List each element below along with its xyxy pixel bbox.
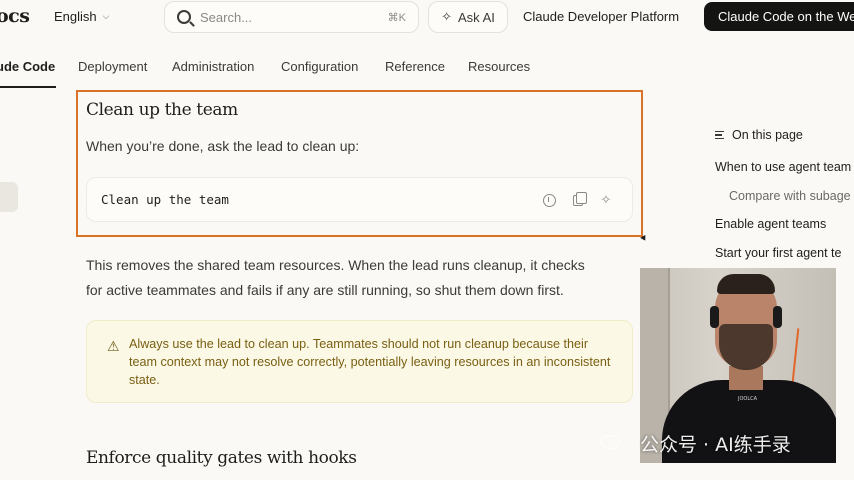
- toc-heading-label: On this page: [732, 128, 803, 142]
- active-tab-indicator: [0, 86, 56, 88]
- search-placeholder: Search...: [200, 9, 253, 25]
- info-icon[interactable]: [541, 192, 557, 208]
- cleanup-intro: When you’re done, ask the lead to clean …: [86, 138, 360, 154]
- toc-item[interactable]: When to use agent team: [715, 160, 851, 174]
- tab-configuration[interactable]: Configuration: [281, 59, 358, 74]
- sparkle-icon[interactable]: ✧: [598, 192, 614, 208]
- tab-deployment[interactable]: Deployment: [78, 59, 147, 74]
- warning-callout: ⚠ Always use the lead to clean up. Teamm…: [86, 320, 633, 403]
- docs-logo[interactable]: ocs: [0, 5, 30, 27]
- list-icon: [715, 130, 724, 140]
- language-label: English: [54, 9, 97, 24]
- tab-claude-code[interactable]: ude Code: [0, 59, 55, 74]
- toc-item[interactable]: Enable agent teams: [715, 217, 826, 231]
- search-shortcut: ⌘K: [387, 11, 406, 24]
- tab-reference[interactable]: Reference: [385, 59, 445, 74]
- mouse-cursor-icon: [640, 234, 648, 243]
- chevron-down-icon: ⌵: [102, 11, 110, 21]
- code-block: Clean up the team ✧: [86, 177, 633, 222]
- warning-icon: ⚠: [107, 338, 120, 354]
- tab-resources[interactable]: Resources: [468, 59, 530, 74]
- sparkle-icon: ✧: [441, 9, 453, 24]
- toc-item[interactable]: Start your first agent te: [715, 246, 841, 260]
- claude-code-web-button[interactable]: Claude Code on the Web: [704, 2, 854, 31]
- developer-platform-link[interactable]: Claude Developer Platform: [523, 9, 679, 24]
- top-bar: ocs English ⌵ Search... ⌘K ✧ Ask AI Clau…: [0, 0, 854, 40]
- search-input[interactable]: Search... ⌘K: [164, 1, 419, 33]
- wechat-icon: [600, 435, 620, 449]
- language-selector[interactable]: English ⌵: [54, 9, 109, 24]
- shirt-logo: JOOLCA: [738, 396, 758, 402]
- section-title-cleanup: Clean up the team: [86, 100, 238, 120]
- code-text: Clean up the team: [101, 192, 229, 207]
- ask-ai-label: Ask AI: [458, 9, 495, 25]
- tab-administration[interactable]: Administration: [172, 59, 254, 74]
- nav-tabs: ude Code Deployment Administration Confi…: [0, 56, 854, 88]
- toc-heading: On this page: [715, 128, 803, 142]
- ask-ai-button[interactable]: ✧ Ask AI: [428, 1, 508, 33]
- watermark: 公众号 · AI练手录: [640, 434, 791, 456]
- sidebar-item-selected[interactable]: [0, 182, 18, 212]
- warning-text: Always use the lead to clean up. Teammat…: [129, 337, 611, 387]
- search-icon: [177, 10, 191, 24]
- headphone-icon: [710, 306, 719, 328]
- cleanup-paragraph-line-1: This removes the shared team resources. …: [86, 257, 585, 273]
- copy-icon[interactable]: [570, 191, 587, 208]
- section-title-quality-gates: Enforce quality gates with hooks: [86, 448, 357, 468]
- cleanup-paragraph-line-2: for active teammates and fails if any ar…: [86, 282, 564, 298]
- toc-item[interactable]: Compare with subage: [729, 189, 851, 203]
